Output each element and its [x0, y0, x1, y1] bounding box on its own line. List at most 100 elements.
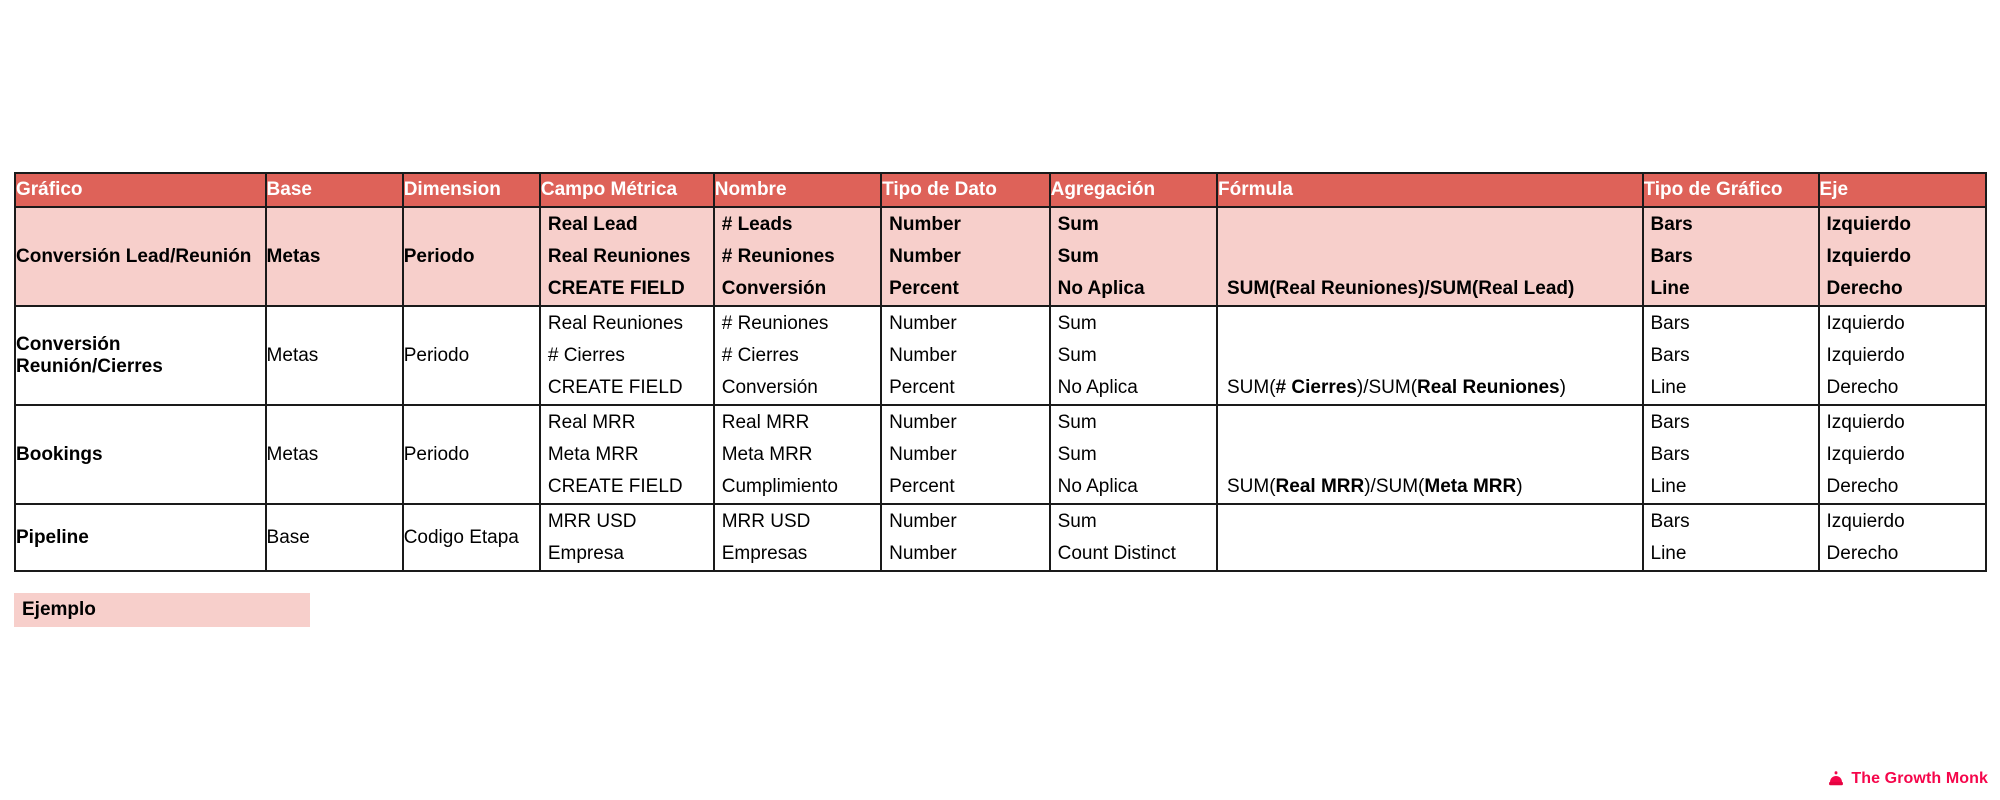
eje-line: Izquierdo — [1826, 411, 1905, 433]
watermark-text: The Growth Monk — [1851, 770, 1988, 787]
campo-metrica-line: Real Reuniones — [547, 312, 684, 334]
eje-line: Derecho — [1826, 475, 1899, 497]
agregacion-line: Sum — [1057, 312, 1097, 334]
agregacion-line: No Aplica — [1057, 277, 1145, 299]
campo-metrica-line: Meta MRR — [547, 443, 639, 465]
column-header-dimension[interactable]: Dimension — [401, 172, 541, 208]
cell-tipo-de-dato: Number Number Percent — [880, 404, 1051, 505]
campo-metrica-line: Real Reuniones — [547, 245, 691, 267]
tipo-de-grafico-line: Bars — [1650, 245, 1693, 267]
eje-line: Derecho — [1826, 277, 1903, 299]
cell-tipo-de-grafico: Bars Bars Line — [1641, 206, 1820, 307]
column-header-eje[interactable]: Eje — [1817, 172, 1988, 208]
tipo-de-dato-line: Percent — [889, 475, 955, 497]
cell-grafico: Conversión Lead/Reunión — [14, 206, 267, 307]
agregacion-line: Sum — [1057, 344, 1097, 366]
eje-line: Izquierdo — [1826, 510, 1905, 532]
column-header-campo-metrica[interactable]: Campo Métrica — [538, 172, 715, 208]
column-header-tipo-de-grafico[interactable]: Tipo de Gráfico — [1641, 172, 1820, 208]
column-header-agregacion[interactable]: Agregación — [1048, 172, 1218, 208]
cell-base: Metas — [264, 404, 404, 505]
agregacion-line: No Aplica — [1057, 475, 1138, 497]
cell-campo-metrica: Real Lead Real Reuniones CREATE FIELD — [538, 206, 715, 307]
cell-nombre: # Leads # Reuniones Conversión — [712, 206, 883, 307]
column-header-nombre[interactable]: Nombre — [712, 172, 883, 208]
agregacion-line: Sum — [1057, 443, 1097, 465]
cell-dimension: Periodo — [401, 305, 541, 406]
formula-line: SUM(# Cierres)/SUM(Real Reuniones) — [1226, 376, 1566, 398]
cell-campo-metrica: MRR USD Empresa — [538, 503, 715, 572]
formula-line — [1218, 209, 1642, 241]
cell-formula: SUM(Real Reuniones)/SUM(Real Lead) — [1215, 206, 1644, 307]
nombre-line: # Cierres — [721, 344, 799, 366]
header-row: Gráfico Base Dimension Campo Métrica Nom… — [14, 172, 1988, 208]
agregacion-line: Sum — [1057, 510, 1097, 532]
agregacion-line: Count Distinct — [1057, 542, 1176, 564]
tipo-de-dato-line: Number — [889, 510, 957, 532]
column-header-base[interactable]: Base — [264, 172, 404, 208]
tipo-de-grafico-line: Bars — [1650, 411, 1690, 433]
table-row: Bookings Metas Periodo Real MRR Meta MRR CREA… — [14, 404, 1988, 505]
cell-eje: Izquierdo Izquierdo Derecho — [1817, 305, 1988, 406]
cell-nombre: # Reuniones # Cierres Conversión — [712, 305, 883, 406]
column-header-grafico[interactable]: Gráfico — [14, 172, 267, 208]
campo-metrica-line: Empresa — [547, 542, 624, 564]
eje-line: Derecho — [1826, 542, 1899, 564]
cell-eje: Izquierdo Izquierdo Derecho — [1817, 404, 1988, 505]
formula-line — [1218, 241, 1642, 273]
watermark: The Growth Monk — [1827, 770, 1988, 788]
campo-metrica-line: CREATE FIELD — [547, 376, 683, 398]
eje-line: Izquierdo — [1826, 344, 1905, 366]
eje-line: Izquierdo — [1826, 312, 1905, 334]
tipo-de-grafico-line: Line — [1650, 277, 1690, 299]
tipo-de-grafico-line: Bars — [1650, 312, 1690, 334]
tipo-de-dato-line: Number — [889, 245, 961, 267]
cell-tipo-de-grafico: Bars Bars Line — [1641, 305, 1820, 406]
nombre-line: Cumplimiento — [721, 475, 838, 497]
table-row: Conversión Reunión/Cierres Metas Periodo Re… — [14, 305, 1988, 406]
campo-metrica-line: # Cierres — [547, 344, 625, 366]
agregacion-line: Sum — [1057, 245, 1099, 267]
cell-base: Metas — [264, 305, 404, 406]
nombre-line: Meta MRR — [721, 443, 813, 465]
cell-campo-metrica: Real MRR Meta MRR CREATE FIELD — [538, 404, 715, 505]
table-row: Conversión Lead/Reunión Metas Periodo Real … — [14, 206, 1988, 307]
cell-agregacion: Sum Sum No Aplica — [1048, 305, 1218, 406]
column-header-formula[interactable]: Fórmula — [1215, 172, 1644, 208]
nombre-line: Empresas — [721, 542, 808, 564]
cell-tipo-de-dato: Number Number — [880, 503, 1051, 572]
formula-line — [1218, 407, 1642, 439]
cell-dimension: Periodo — [401, 404, 541, 505]
tipo-de-grafico-line: Line — [1650, 376, 1687, 398]
cell-nombre: Real MRR Meta MRR Cumplimiento — [712, 404, 883, 505]
cell-eje: Izquierdo Derecho — [1817, 503, 1988, 572]
table-body: Conversión Lead/Reunión Metas Periodo Real … — [14, 206, 1988, 572]
cell-eje: Izquierdo Izquierdo Derecho — [1817, 206, 1988, 307]
agregacion-line: No Aplica — [1057, 376, 1138, 398]
column-header-tipo-de-dato[interactable]: Tipo de Dato — [880, 172, 1051, 208]
cell-base: Metas — [264, 206, 404, 307]
nombre-line: # Reuniones — [721, 312, 829, 334]
cell-formula: SUM(Real MRR)/SUM(Meta MRR) — [1215, 404, 1644, 505]
legend-example-box: Ejemplo — [14, 593, 310, 627]
table-header: Gráfico Base Dimension Campo Métrica Nom… — [14, 172, 1988, 208]
cell-formula: SUM(# Cierres)/SUM(Real Reuniones) — [1215, 305, 1644, 406]
formula-line — [1218, 340, 1642, 372]
nombre-line: Conversión — [721, 376, 818, 398]
eje-line: Izquierdo — [1826, 443, 1905, 465]
legend-example-label: Ejemplo — [22, 599, 96, 620]
formula-line — [1218, 506, 1642, 538]
table-row: Pipeline Base Codigo Etapa MRR USD Empresa MR… — [14, 503, 1988, 572]
tipo-de-dato-line: Number — [889, 443, 957, 465]
tipo-de-dato-line: Number — [889, 542, 957, 564]
campo-metrica-line: Real Lead — [547, 213, 638, 235]
cell-grafico: Conversión Reunión/Cierres — [14, 305, 267, 406]
eje-line: Izquierdo — [1826, 245, 1911, 267]
formula-line: SUM(Real Reuniones)/SUM(Real Lead) — [1226, 277, 1575, 299]
nombre-line: # Leads — [721, 213, 793, 235]
nombre-line: Real MRR — [721, 411, 810, 433]
cell-grafico: Bookings — [14, 404, 267, 505]
spec-table-container: Gráfico Base Dimension Campo Métrica Nom… — [14, 172, 1988, 572]
nombre-line: MRR USD — [721, 510, 811, 532]
beanie-hat-icon — [1827, 770, 1845, 788]
